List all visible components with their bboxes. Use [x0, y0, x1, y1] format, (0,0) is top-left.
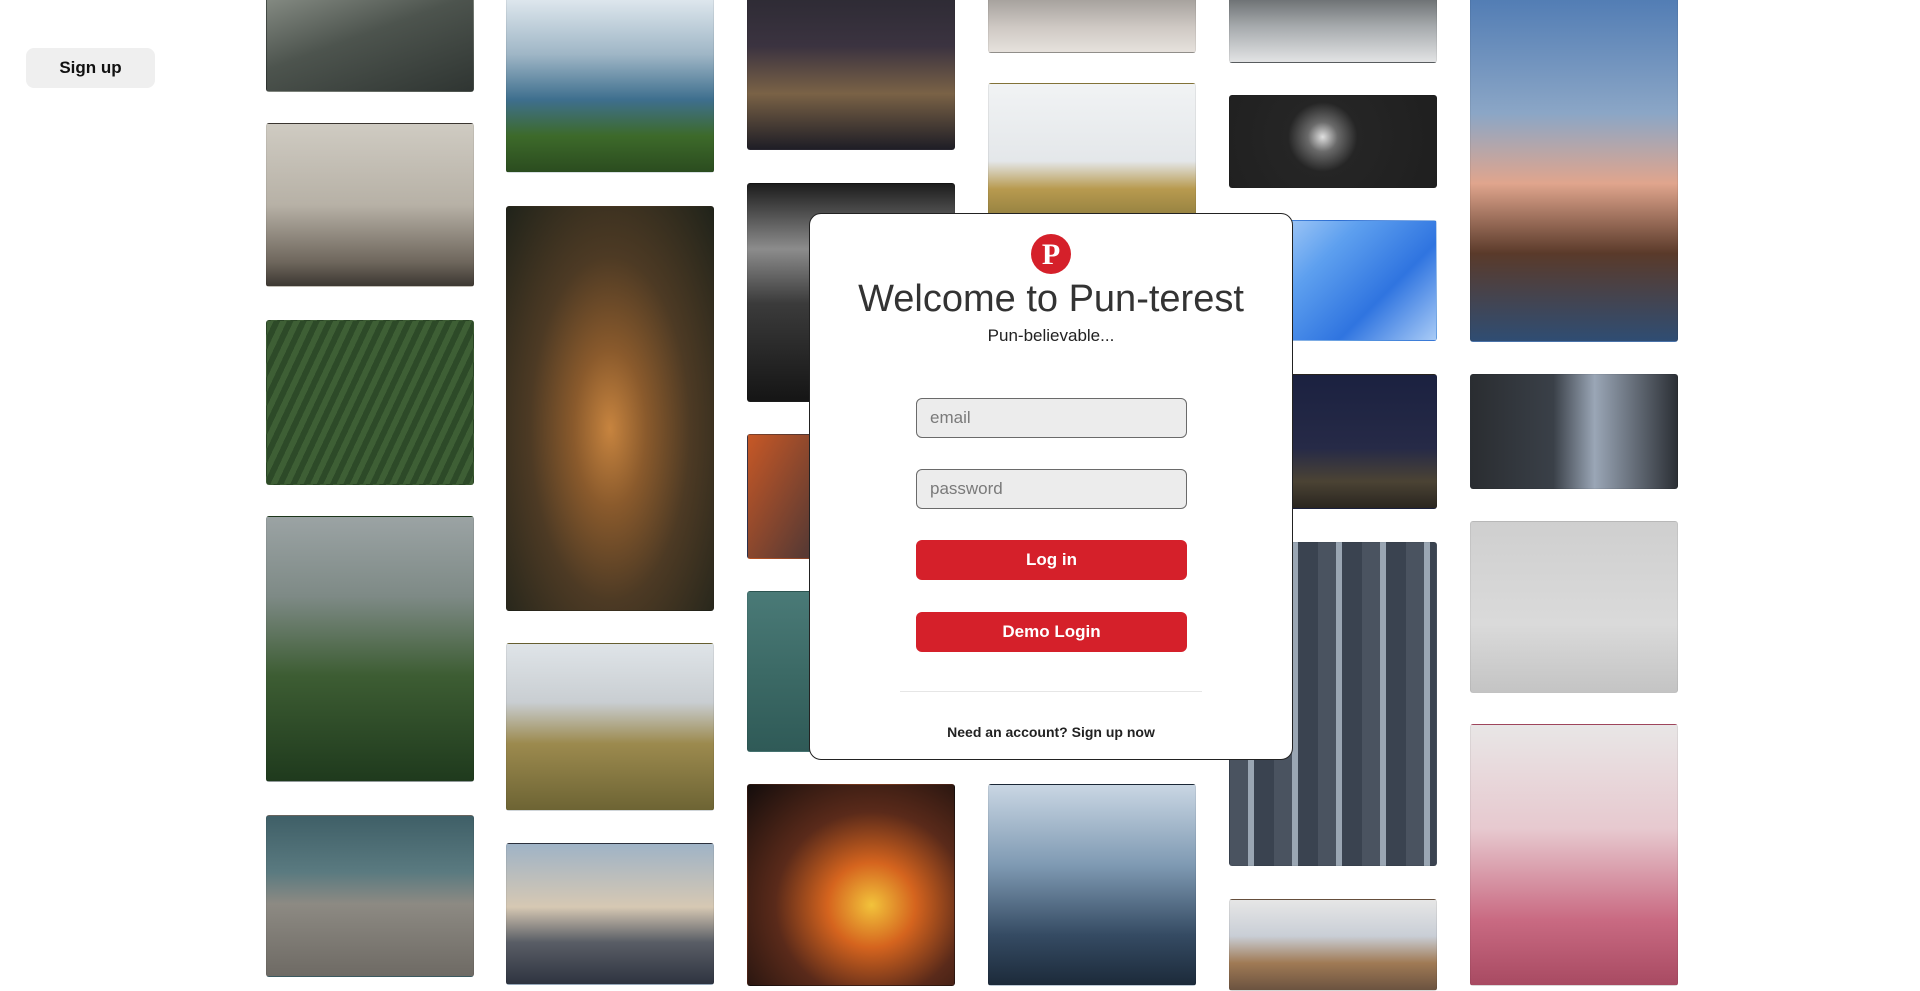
- pin-image[interactable]: [988, 0, 1196, 53]
- pin-image[interactable]: [1229, 899, 1437, 991]
- pin-image[interactable]: [988, 784, 1196, 986]
- login-modal: P Welcome to Pun-terest Pun-believable..…: [809, 213, 1293, 760]
- pin-image[interactable]: [1229, 0, 1437, 63]
- pin-image[interactable]: [1229, 95, 1437, 188]
- pin-image[interactable]: [747, 784, 955, 986]
- signup-button[interactable]: Sign up: [26, 48, 155, 88]
- pin-image[interactable]: [266, 815, 474, 977]
- email-input[interactable]: [916, 398, 1187, 438]
- pin-image[interactable]: [1470, 374, 1678, 489]
- pin-image[interactable]: [1470, 521, 1678, 693]
- signup-link[interactable]: Need an account? Sign up now: [810, 724, 1292, 740]
- modal-tagline: Pun-believable...: [987, 326, 1115, 345]
- demo-login-button[interactable]: Demo Login: [916, 612, 1187, 652]
- login-button[interactable]: Log in: [916, 540, 1187, 580]
- pin-image[interactable]: [506, 0, 714, 173]
- pin-image[interactable]: [506, 643, 714, 811]
- password-input[interactable]: [916, 469, 1187, 509]
- pin-image[interactable]: [1470, 724, 1678, 986]
- pun-terest-logo-icon: P: [1031, 234, 1071, 274]
- divider: [900, 691, 1202, 692]
- pin-image[interactable]: [266, 123, 474, 287]
- svg-text:P: P: [1042, 238, 1060, 271]
- pin-image[interactable]: [266, 516, 474, 782]
- pin-image[interactable]: [266, 320, 474, 485]
- pin-image[interactable]: [988, 83, 1196, 225]
- pin-image[interactable]: [506, 843, 714, 985]
- modal-title: Welcome to Pun-terest: [858, 278, 1244, 320]
- pin-image[interactable]: [506, 206, 714, 611]
- pin-image[interactable]: [266, 0, 474, 92]
- pin-image[interactable]: [747, 0, 955, 150]
- pin-image[interactable]: [1470, 0, 1678, 342]
